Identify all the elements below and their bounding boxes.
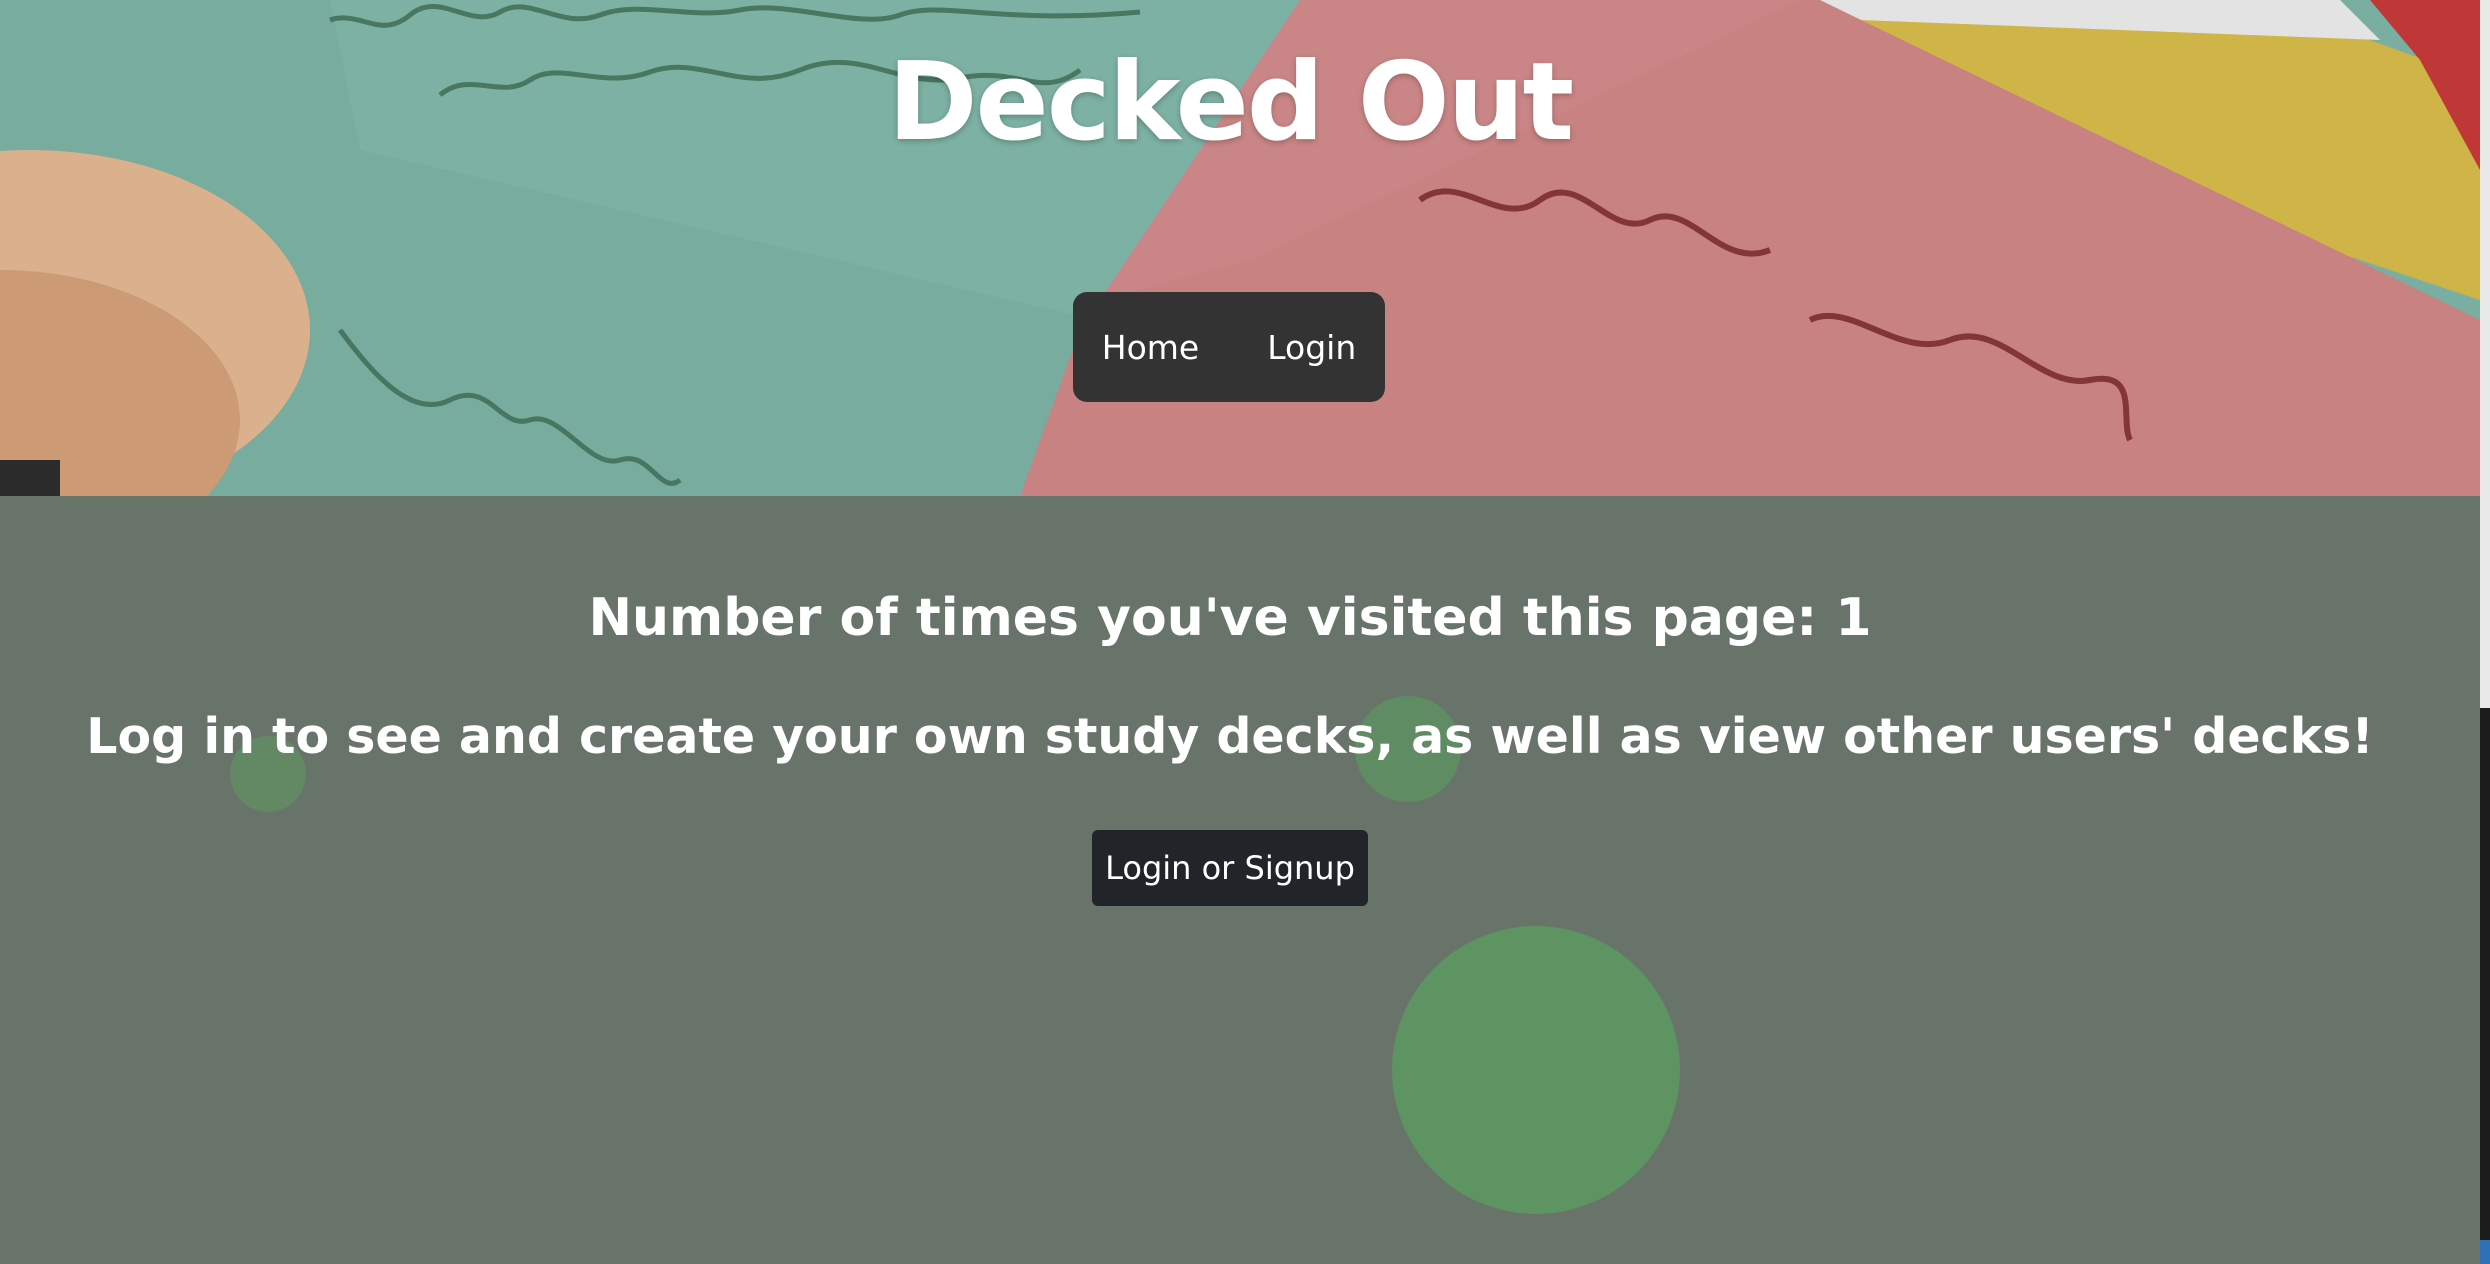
main-content: Number of times you've visited this page…	[0, 496, 2480, 1264]
login-prompt-text: Log in to see and create your own study …	[86, 708, 2374, 765]
browser-viewport: Decked Out Home Login Number of times yo…	[0, 0, 2480, 1264]
visit-count-text: Number of times you've visited this page…	[588, 588, 1872, 648]
nav-home-link[interactable]: Home	[1068, 328, 1233, 367]
corner-indicator	[2480, 1240, 2490, 1264]
hero-header: Decked Out Home Login	[0, 0, 2480, 496]
scrollbar-track	[2480, 0, 2490, 708]
nav-login-link[interactable]: Login	[1233, 328, 1390, 367]
site-title: Decked Out	[887, 40, 1574, 165]
main-nav: Home Login	[1073, 292, 1385, 402]
login-or-signup-button[interactable]: Login or Signup	[1092, 830, 1368, 906]
decorative-bubble	[1392, 926, 1680, 1214]
window-edge	[2480, 0, 2490, 1264]
